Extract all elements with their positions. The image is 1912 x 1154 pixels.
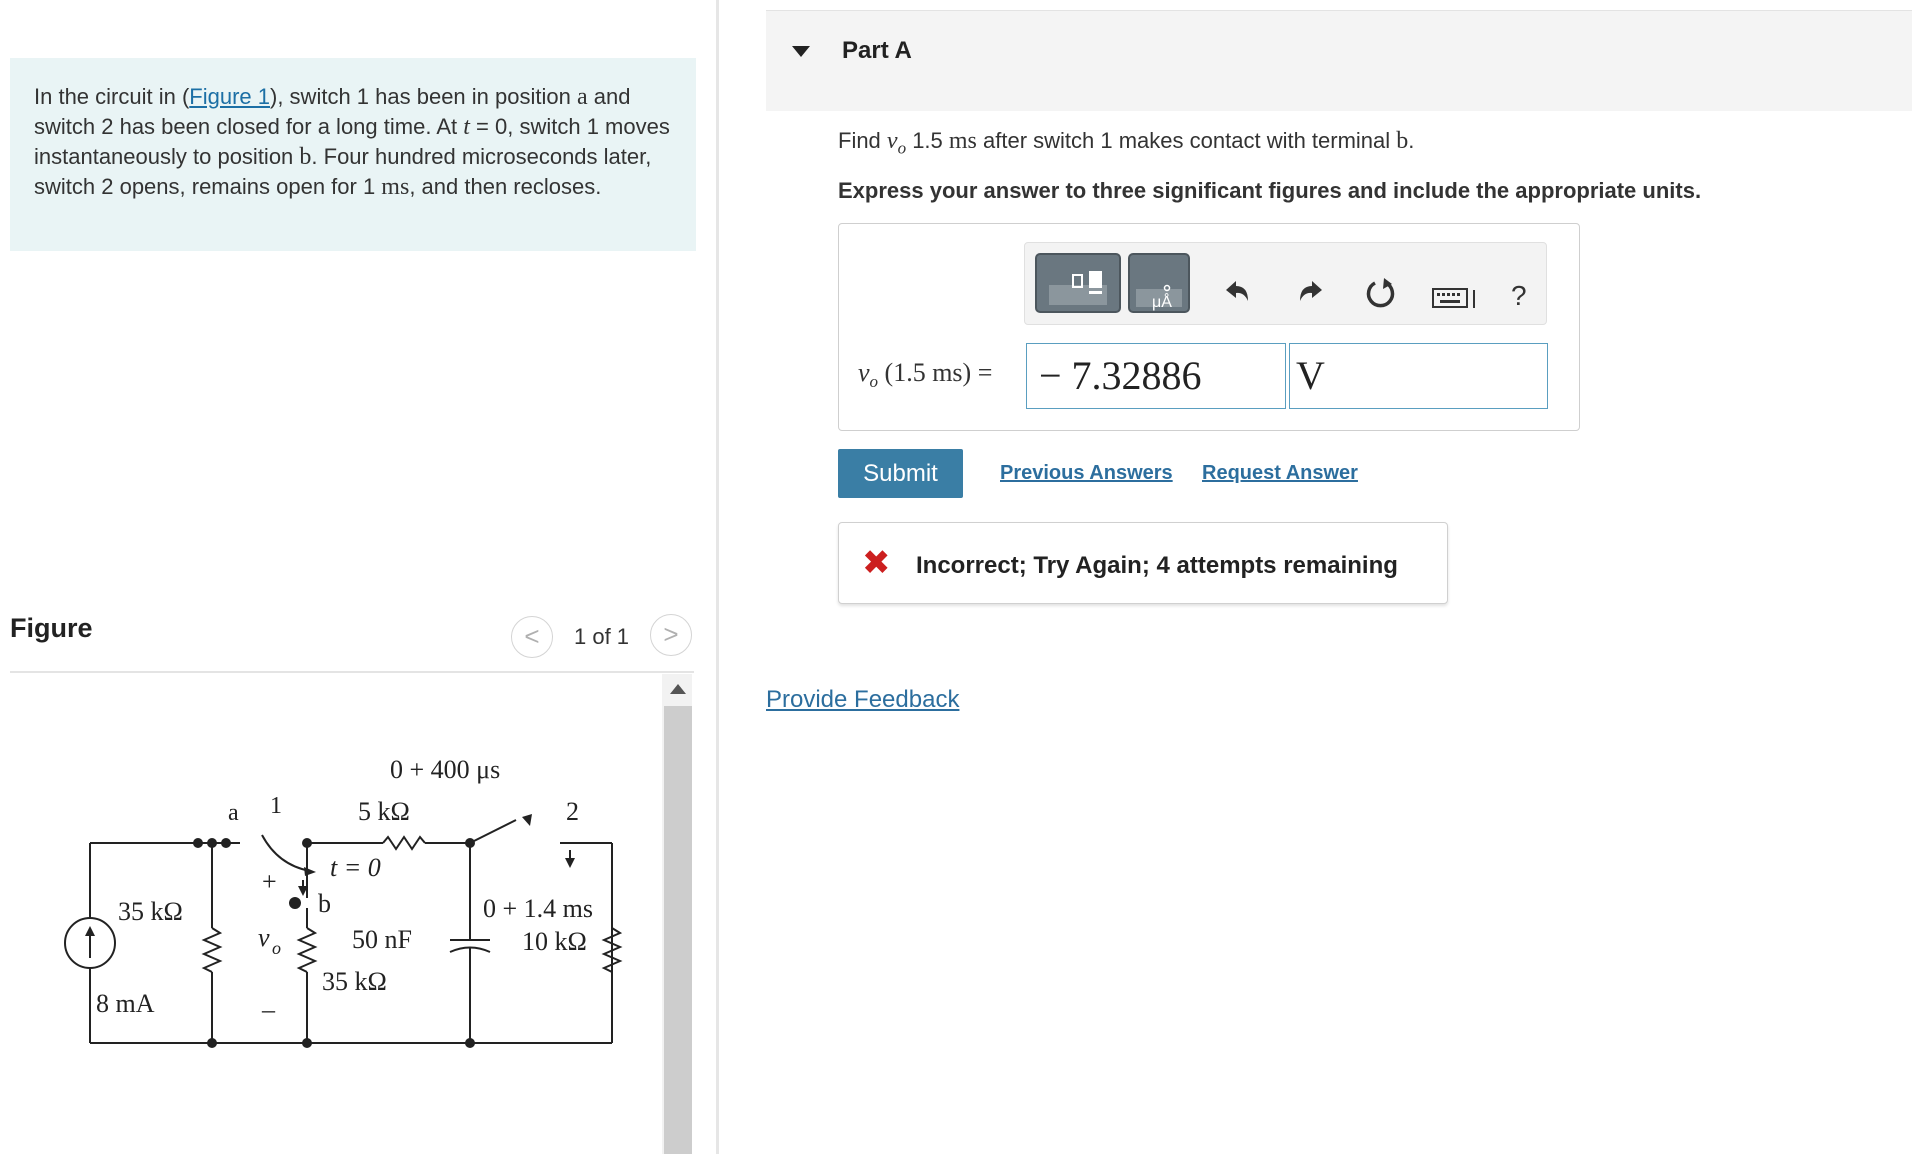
figure-scrollbar[interactable] [662,674,692,1154]
problem-text: In the circuit in ( [34,84,190,109]
answer-instruction: Express your answer to three significant… [838,178,1702,203]
answer-label-text: (1.5 ms) = [878,358,993,387]
incorrect-x-icon: ✖ [862,544,891,582]
label-node-a: a [228,800,239,826]
node [193,838,203,848]
problem-text: , and then recloses. [409,174,602,199]
question-terminal: b [1396,128,1409,154]
svg-text:μÅ: μÅ [1152,292,1172,311]
figure-link[interactable]: Figure 1 [189,84,270,109]
question-variable-sub: o [897,138,907,158]
feedback-message: Incorrect; Try Again; 4 attempts remaini… [916,552,1398,579]
keyboard-icon[interactable] [1432,286,1484,310]
node [207,838,217,848]
label-source: 8 mA [96,989,155,1018]
question-part: Find [838,128,887,153]
question-part: after switch 1 makes contact with termin… [976,128,1397,153]
collapse-caret-icon[interactable] [792,46,810,57]
submit-button[interactable]: Submit [838,449,963,498]
question-text: Find vo 1.5 ms after switch 1 makes cont… [838,128,1414,158]
switch-2-blade [469,819,517,844]
circuit-diagram: 0 + 400 μs a 1 5 kΩ 2 t = 0 + b 35 kΩ v … [64,755,623,1048]
label-t-zero: t = 0 [330,853,381,882]
help-icon[interactable]: ? [1511,280,1527,312]
resistor-35k-mid-symbol [296,927,318,973]
node [302,838,312,848]
scroll-up-arrow-icon[interactable] [670,684,686,694]
question-variable: v [886,128,898,154]
label-switch-2: 2 [566,797,579,826]
figure-next-button[interactable]: > [650,614,692,656]
question-unit: ms [948,128,977,154]
label-r-35k-mid: 35 kΩ [322,967,387,996]
switch-2-tip [522,814,532,826]
problem-text: ), switch 1 has been in position [270,84,577,109]
label-r-5k: 5 kΩ [358,797,410,826]
switch-1-arrowhead [304,867,316,876]
resistor-5k-symbol [382,835,426,851]
undo-icon[interactable] [1222,277,1252,305]
node [302,1038,312,1048]
label-minus: – [261,995,276,1024]
label-node-b: b [318,889,331,918]
label-r-10k: 10 kΩ [522,927,587,956]
node-b [289,897,301,909]
left-pane: In the circuit in (Figure 1), switch 1 h… [0,0,716,1154]
label-top-time: 0 + 400 μs [390,755,500,784]
question-part: 1.5 [906,128,949,153]
figure-heading: Figure [10,613,93,643]
label-switch-1: 1 [270,793,282,819]
figure-prev-button[interactable]: < [511,616,553,658]
part-a-title: Part A [842,37,912,64]
provide-feedback-link[interactable]: Provide Feedback [766,686,959,714]
node [207,1038,217,1048]
resistor-35k-left-symbol [201,927,223,973]
node-a [221,838,231,848]
position-b: b [299,144,312,170]
answer-label-sub: o [869,372,879,392]
label-capacitor: 50 nF [352,925,412,954]
scrollbar-thumb[interactable] [664,706,692,1154]
figure-counter: 1 of 1 [574,624,630,649]
request-answer-link[interactable]: Request Answer [1202,462,1358,485]
pane-divider[interactable] [716,0,719,1154]
label-vo-sub: o [272,938,281,958]
figure-divider [10,671,694,673]
label-vo: v [258,923,270,952]
label-plus: + [262,867,277,896]
problem-statement: In the circuit in (Figure 1), switch 1 h… [10,58,696,251]
node [465,1038,475,1048]
part-a-header[interactable] [766,10,1912,111]
answer-label-variable: v [858,358,870,387]
time-variable: t [463,114,470,140]
redo-icon[interactable] [1296,277,1326,305]
node [465,838,475,848]
answer-unit-field[interactable]: V [1289,343,1548,409]
templates-icon[interactable] [1035,253,1121,313]
reset-icon[interactable] [1364,276,1398,310]
previous-answers-link[interactable]: Previous Answers [1000,462,1173,485]
answer-value-field[interactable]: − 7.32886 [1026,343,1286,409]
answer-label: vo (1.5 ms) = [858,358,992,392]
question-part: . [1408,128,1415,153]
position-a: a [576,84,588,110]
unit-ms: ms [381,174,410,200]
label-time-14: 0 + 1.4 ms [483,894,593,923]
label-r-35k-left: 35 kΩ [118,897,183,926]
units-icon[interactable]: μÅ [1128,253,1190,313]
